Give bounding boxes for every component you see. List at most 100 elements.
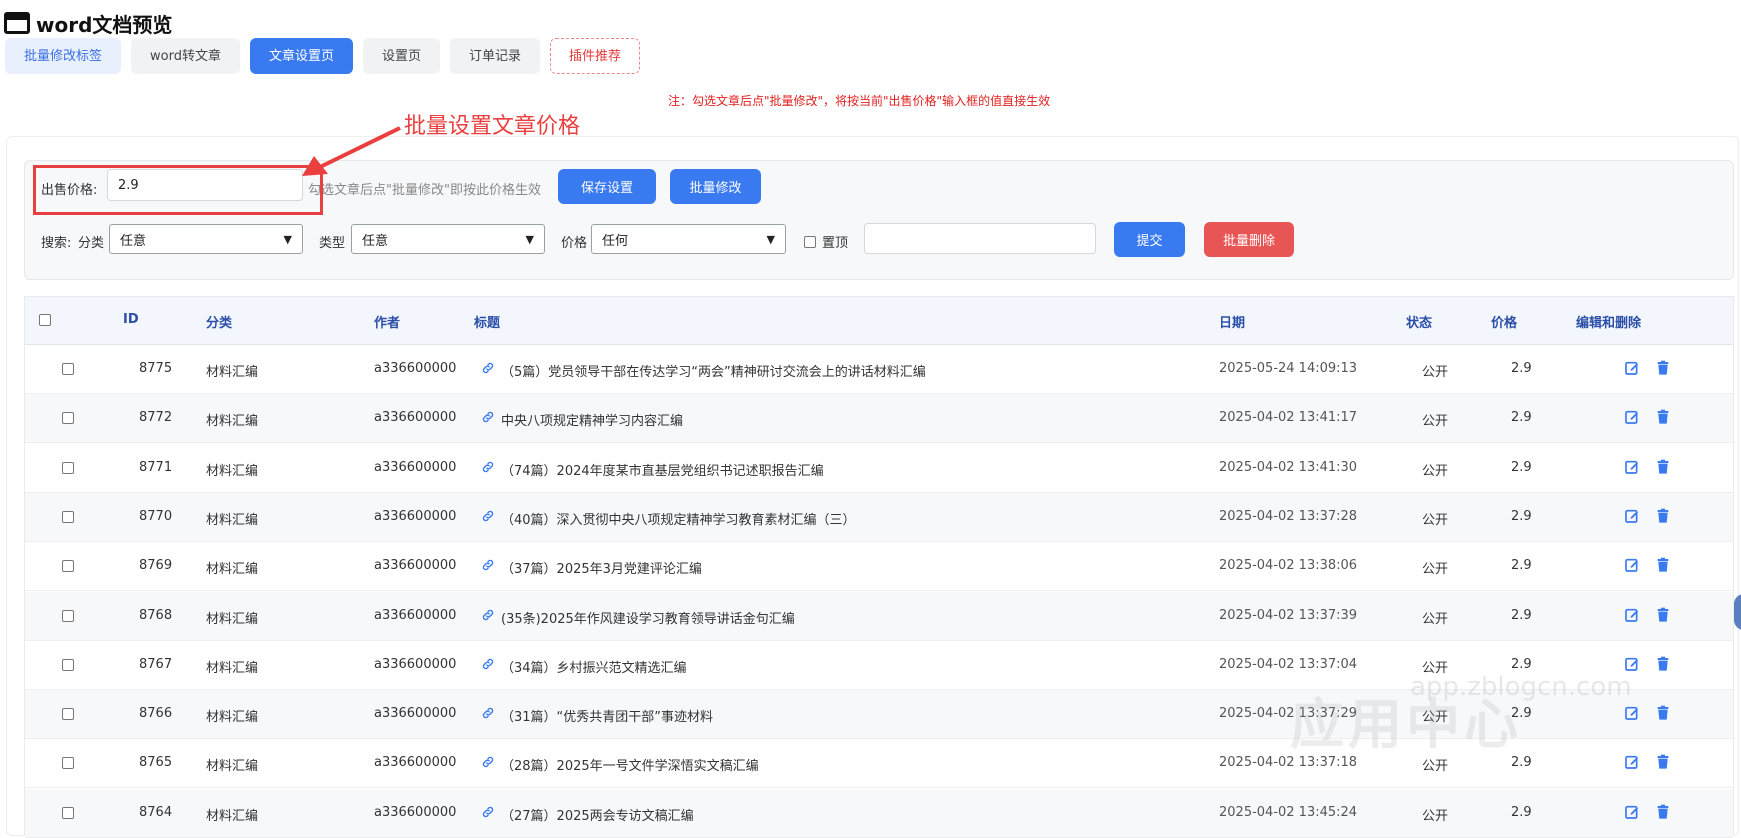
trash-icon[interactable] <box>1655 360 1671 376</box>
row-status: 公开 <box>1422 611 1449 627</box>
row-title-link[interactable]: （27篇）2025两会专访文稿汇编 <box>501 805 694 824</box>
tab-settings[interactable]: 设置页 <box>363 38 441 74</box>
row-checkbox[interactable] <box>62 609 74 622</box>
submit-button[interactable]: 提交 <box>1114 222 1185 257</box>
row-checkbox[interactable] <box>62 806 74 819</box>
trash-icon[interactable] <box>1655 508 1671 524</box>
edit-icon[interactable] <box>1624 607 1640 623</box>
row-title-link[interactable]: （31篇）“优秀共青团干部”事迹材料 <box>501 706 713 725</box>
row-date: 2025-04-02 13:37:28 <box>1219 508 1358 524</box>
tab-article-settings[interactable]: 文章设置页 <box>249 38 353 74</box>
edit-icon[interactable] <box>1624 409 1640 425</box>
category-select[interactable]: 任意 ▼ <box>109 224 303 254</box>
header-author: 作者 <box>374 316 401 331</box>
batch-delete-button[interactable]: 批量删除 <box>1204 222 1294 257</box>
trash-icon[interactable] <box>1655 557 1671 573</box>
trash-icon[interactable] <box>1655 607 1671 623</box>
price-select[interactable]: 任何 ▼ <box>591 224 786 254</box>
trash-icon[interactable] <box>1655 656 1671 672</box>
edit-icon[interactable] <box>1624 705 1640 721</box>
row-title-link[interactable]: （40篇）深入贯彻中央八项规定精神学习教育素材汇编（三） <box>501 509 856 528</box>
row-id: 8775 <box>139 361 173 376</box>
trash-icon[interactable] <box>1655 754 1671 770</box>
trash-icon[interactable] <box>1655 804 1671 820</box>
trash-icon[interactable] <box>1655 459 1671 475</box>
link-icon[interactable] <box>481 509 495 523</box>
edit-icon[interactable] <box>1624 360 1640 376</box>
edit-icon[interactable] <box>1624 459 1640 475</box>
row-checkbox[interactable] <box>62 461 74 474</box>
row-title-link[interactable]: （37篇）2025年3月党建评论汇编 <box>501 558 702 577</box>
select-all-checkbox[interactable] <box>39 314 51 326</box>
row-category: 材料汇编 <box>206 365 259 380</box>
row-category: 材料汇编 <box>206 611 259 627</box>
row-title-link[interactable]: (35条)2025年作风建设学习教育领导讲话金句汇编 <box>501 608 795 627</box>
edit-icon[interactable] <box>1624 508 1640 524</box>
row-id: 8769 <box>139 558 173 574</box>
link-icon[interactable] <box>481 657 495 671</box>
keyword-input[interactable] <box>864 223 1096 254</box>
edit-icon[interactable] <box>1624 656 1640 672</box>
type-select[interactable]: 任意 ▼ <box>351 224 545 254</box>
save-settings-button[interactable]: 保存设置 <box>558 169 656 204</box>
edit-icon[interactable] <box>1624 804 1640 820</box>
link-icon[interactable] <box>481 460 495 474</box>
row-checkbox[interactable] <box>62 560 74 573</box>
row-category: 材料汇编 <box>206 512 259 528</box>
annotation-arrow-icon <box>302 126 401 176</box>
row-author: a336600000 <box>374 656 457 672</box>
row-category: 材料汇编 <box>206 414 259 430</box>
row-checkbox[interactable] <box>62 658 74 671</box>
category-select-value: 任意 <box>120 233 147 249</box>
table-row: 8768 材料汇编 a336600000 (35条)2025年作风建设学习教育领… <box>25 591 1733 641</box>
row-title-link[interactable]: （28篇）2025年一号文件学深悟实文稿汇编 <box>501 755 759 774</box>
batch-modify-button[interactable]: 批量修改 <box>670 169 761 204</box>
link-icon[interactable] <box>481 558 495 572</box>
row-id: 8772 <box>139 410 173 426</box>
row-status: 公开 <box>1422 512 1449 528</box>
link-icon[interactable] <box>481 755 495 769</box>
trash-icon[interactable] <box>1655 409 1671 425</box>
row-title-link[interactable]: （74篇）2024年度某市直基层党组织书记述职报告汇编 <box>501 460 824 479</box>
row-title-link[interactable]: （5篇）党员领导干部在传达学习“两会”精神研讨交流会上的讲话材料汇编 <box>501 361 926 380</box>
link-icon[interactable] <box>481 706 495 720</box>
row-title-link[interactable]: （34篇）乡村振兴范文精选汇编 <box>501 657 687 676</box>
tab-plugins[interactable]: 插件推荐 <box>550 38 641 74</box>
row-checkbox[interactable] <box>62 757 74 770</box>
row-id: 8766 <box>139 706 173 722</box>
window-icon <box>4 12 30 34</box>
row-id: 8770 <box>139 508 173 524</box>
pin-checkbox[interactable] <box>804 236 816 248</box>
annotation-text: 批量设置文章价格 <box>404 114 581 139</box>
row-price: 2.9 <box>1511 607 1532 623</box>
tab-word-to-article[interactable]: word转文章 <box>131 38 240 74</box>
row-author: a336600000 <box>374 607 457 623</box>
trash-icon[interactable] <box>1655 705 1671 721</box>
row-id: 8764 <box>139 804 173 820</box>
row-title-link[interactable]: 中央八项规定精神学习内容汇编 <box>501 410 683 429</box>
tab-orders[interactable]: 订单记录 <box>450 38 541 74</box>
header-id: ID <box>123 312 139 327</box>
tab-batch-tags[interactable]: 批量修改标签 <box>5 38 122 74</box>
link-icon[interactable] <box>481 608 495 622</box>
row-author: a336600000 <box>374 804 457 820</box>
row-category: 材料汇编 <box>206 710 259 726</box>
row-author: a336600000 <box>374 361 457 376</box>
row-price: 2.9 <box>1511 804 1532 820</box>
row-checkbox[interactable] <box>62 510 74 523</box>
row-checkbox[interactable] <box>62 412 74 425</box>
row-author: a336600000 <box>374 508 457 524</box>
link-icon[interactable] <box>481 410 495 424</box>
edit-icon[interactable] <box>1624 754 1640 770</box>
type-label: 类型 <box>319 236 346 251</box>
row-price: 2.9 <box>1511 508 1532 524</box>
link-icon[interactable] <box>481 361 495 375</box>
table-row: 8770 材料汇编 a336600000 （40篇）深入贯彻中央八项规定精神学习… <box>25 492 1733 542</box>
link-icon[interactable] <box>481 805 495 819</box>
side-float-tab[interactable] <box>1734 594 1741 630</box>
edit-icon[interactable] <box>1624 557 1640 573</box>
row-author: a336600000 <box>374 558 457 574</box>
row-checkbox[interactable] <box>62 363 74 375</box>
row-checkbox[interactable] <box>62 708 74 721</box>
row-id: 8765 <box>139 755 173 771</box>
